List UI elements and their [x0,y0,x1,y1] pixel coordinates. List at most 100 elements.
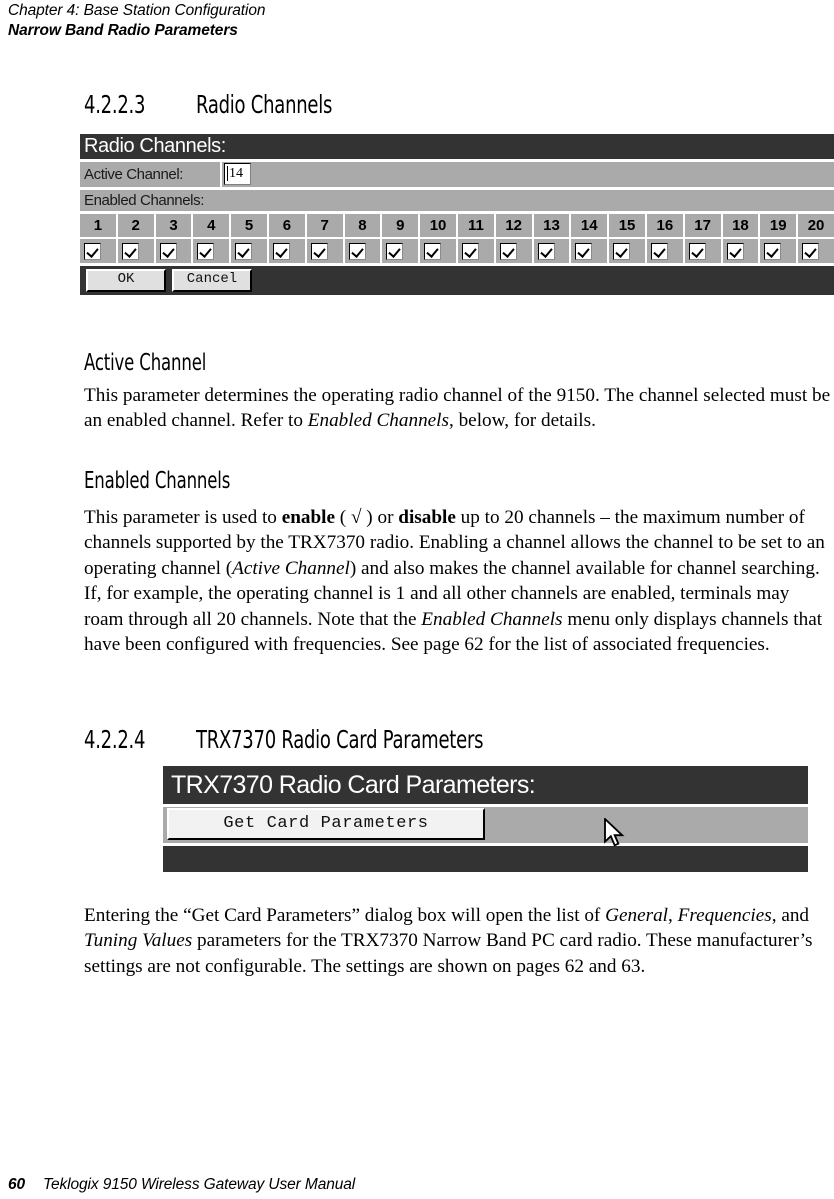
text-run: ( √ ) or [335,507,399,528]
channel-enabled-checkbox[interactable] [348,242,366,260]
text-run-bold: enable [281,507,335,528]
channel-checkbox-cell[interactable] [646,239,683,263]
channel-enabled-checkbox[interactable] [726,242,744,260]
channel-checkbox-cell[interactable] [155,239,192,263]
paragraph-active-channel: This parameter determines the operating … [84,383,832,434]
active-channel-input[interactable]: 14 [224,163,251,185]
channel-checkbox-cell[interactable] [268,239,305,263]
trx7370-dialog: TRX7370 Radio Card Parameters: Get Card … [163,766,808,872]
channel-column: 15 [609,214,645,263]
section-number: 4.2.2.3 [84,90,146,119]
subheading-active-channel: Active Channel [84,350,207,376]
channel-checkbox-cell[interactable] [722,239,759,263]
active-channel-row: Active Channel: 14 [80,162,834,187]
channel-number-label: 1 [80,214,116,237]
channel-number-label: 3 [155,214,192,237]
channel-checkbox-cell[interactable] [80,239,116,263]
channel-enabled-checkbox[interactable] [613,242,631,260]
channel-enabled-checkbox[interactable] [688,242,706,260]
channel-checkbox-cell[interactable] [684,239,721,263]
text-run-emphasis: Enabled Channels [307,410,449,432]
channel-enabled-checkbox[interactable] [802,242,820,260]
channel-number-label: 4 [193,214,230,237]
channel-checkbox-cell[interactable] [420,239,456,263]
text-run-emphasis: Active Channel [232,557,350,579]
dialog-button-bar: OK Cancel [80,266,834,295]
channel-column: 14 [571,214,608,263]
channel-checkbox-cell[interactable] [495,239,532,263]
text-run-bold: disable [398,507,456,528]
get-card-parameters-button[interactable]: Get Card Parameters [167,808,485,840]
channel-enabled-checkbox[interactable] [764,242,782,260]
channel-enabled-checkbox[interactable] [121,242,139,260]
channel-enabled-checkbox[interactable] [537,242,555,260]
channel-number-label: 14 [571,214,608,237]
channel-number-label: 12 [495,214,532,237]
channel-number-label: 15 [609,214,645,237]
channel-enabled-checkbox[interactable] [310,242,328,260]
channel-enabled-checkbox[interactable] [386,242,404,260]
text-run-emphasis: General [605,905,668,926]
text-run: , below, for details. [448,410,596,432]
channel-checkbox-cell[interactable] [457,239,494,263]
channel-checkbox-cell[interactable] [533,239,570,263]
channel-enabled-checkbox[interactable] [461,242,479,260]
channel-checkbox-cell[interactable] [760,239,797,263]
text-run: parameters for the TRX7370 Narrow Band P… [84,930,813,977]
channel-number-label: 18 [722,214,759,237]
text-run: This parameter is used to [84,507,282,528]
channel-number-label: 16 [646,214,683,237]
channel-column: 19 [760,214,797,263]
channel-column: 18 [722,214,759,263]
channel-column: 20 [798,214,834,263]
channel-checkbox-cell[interactable] [193,239,230,263]
channel-enabled-checkbox[interactable] [650,242,668,260]
ok-button[interactable]: OK [86,269,166,292]
subheading-enabled-channels: Enabled Channels [84,468,231,494]
channel-column: 12 [495,214,532,263]
channel-checkbox-cell[interactable] [344,239,381,263]
channel-number-label: 7 [306,214,343,237]
channel-enabled-checkbox[interactable] [575,242,593,260]
cancel-button[interactable]: Cancel [172,269,252,292]
channel-enabled-checkbox[interactable] [84,242,101,260]
channel-column: 1 [80,214,116,263]
channel-checkbox-cell[interactable] [117,239,154,263]
channel-number-label: 20 [798,214,834,237]
channel-checkbox-cell[interactable] [798,239,834,263]
channel-checkbox-cell[interactable] [609,239,645,263]
text-run: , [668,905,678,926]
active-channel-label: Active Channel: [80,162,222,187]
text-run: , and [771,905,810,926]
channel-column: 16 [646,214,683,263]
manual-title: Teklogix 9150 Wireless Gateway User Manu… [43,1176,356,1193]
text-run-emphasis: Enabled Channels [421,608,563,630]
channel-column: 3 [155,214,192,263]
section-title: TRX7370 Radio Card Parameters [196,725,484,754]
section-heading-4-2-2-4: 4.2.2.4 TRX7370 Radio Card Parameters [84,725,483,754]
channel-enabled-checkbox[interactable] [424,242,442,260]
channel-checkbox-cell[interactable] [571,239,608,263]
text-run-emphasis: Frequencies [677,905,772,926]
section-number: 4.2.2.4 [84,725,146,754]
channel-number-label: 13 [533,214,570,237]
channel-column: 5 [231,214,267,263]
channel-column: 4 [193,214,230,263]
channel-checkbox-cell[interactable] [382,239,419,263]
channel-enabled-checkbox[interactable] [272,242,290,260]
channel-checkbox-cell[interactable] [306,239,343,263]
trx-dialog-title-bar: TRX7370 Radio Card Parameters: [163,766,808,804]
paragraph-enabled-channels: This parameter is used to enable ( √ ) o… [84,505,832,657]
channel-column: 6 [268,214,305,263]
channel-enabled-checkbox[interactable] [499,242,517,260]
section-heading-4-2-2-3: 4.2.2.3 Radio Channels [84,90,332,119]
channel-checkbox-cell[interactable] [231,239,267,263]
channel-enabled-checkbox[interactable] [159,242,177,260]
text-run-emphasis: Tuning Values [84,930,193,952]
channel-enabled-checkbox[interactable] [197,242,215,260]
channel-enabled-checkbox[interactable] [235,242,253,260]
channel-number-label: 2 [117,214,154,237]
channel-column: 17 [684,214,721,263]
section-title: Radio Channels [196,90,333,119]
running-head: Chapter 4: Base Station Configuration Na… [8,2,808,40]
